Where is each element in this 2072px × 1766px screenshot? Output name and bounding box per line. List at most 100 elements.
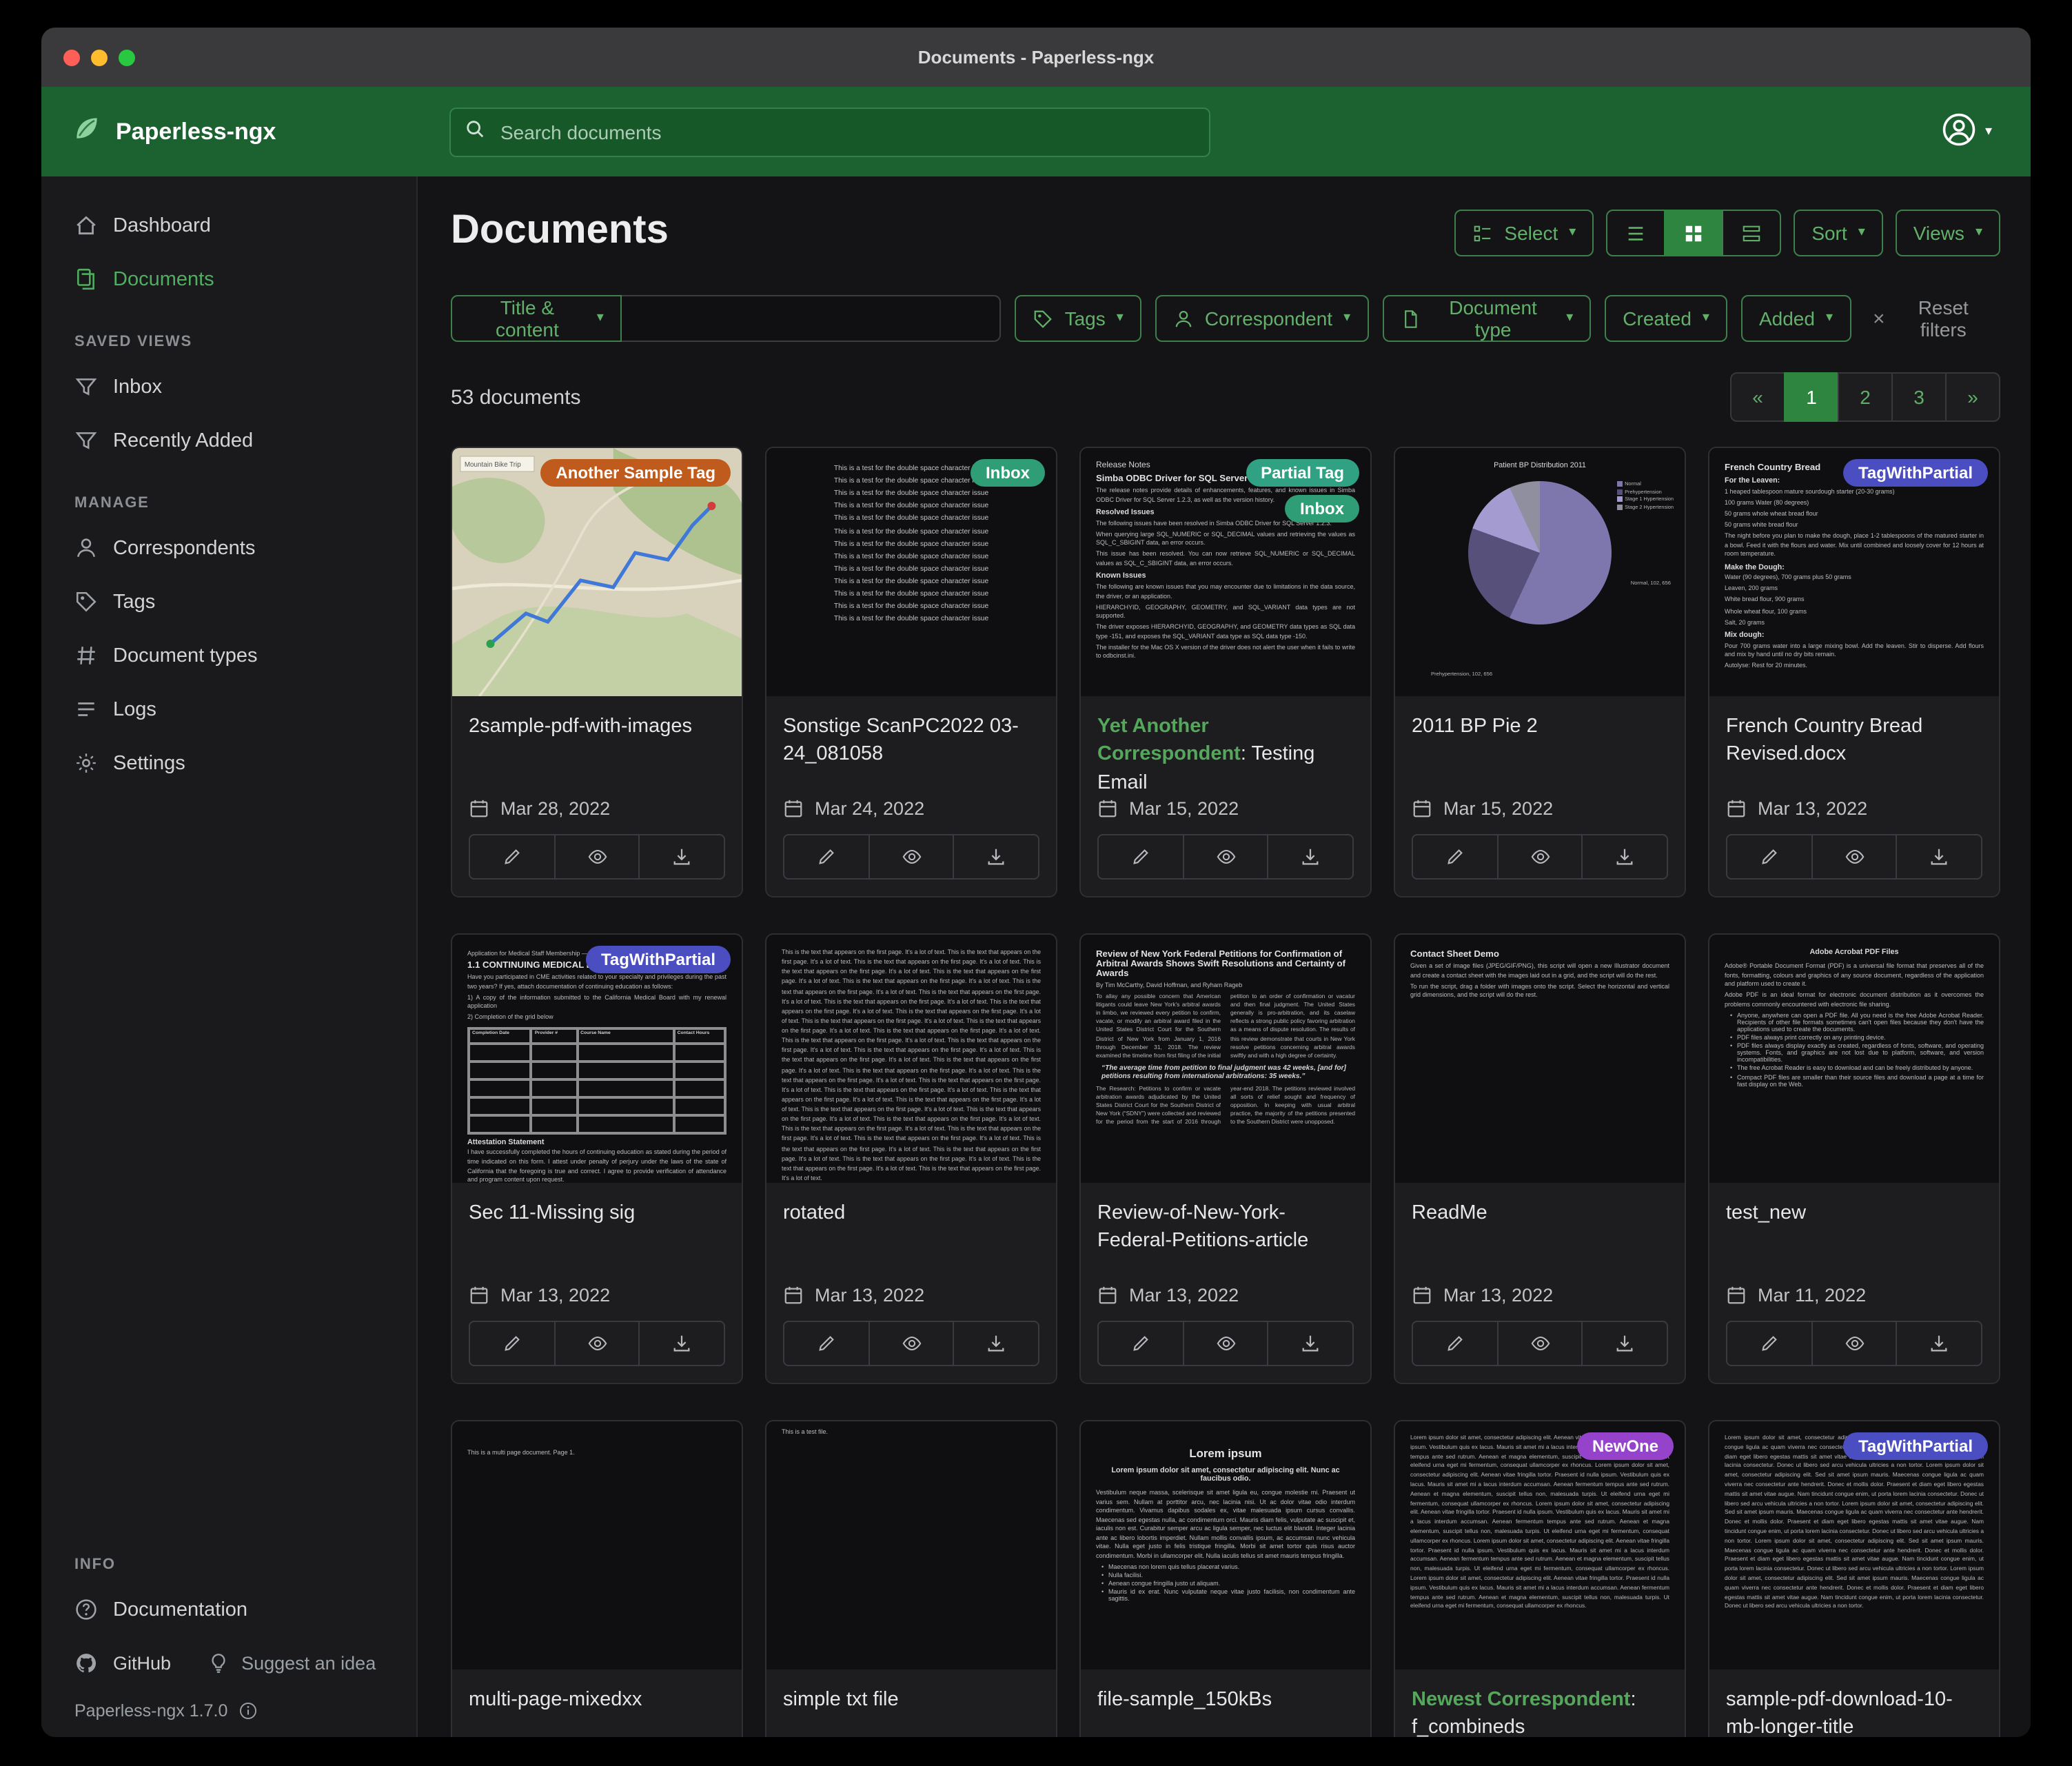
edit-button[interactable]: [1412, 834, 1498, 880]
edit-button[interactable]: [1097, 834, 1184, 880]
document-thumbnail[interactable]: Lorem ipsumLorem ipsum dolor sit amet, c…: [1081, 1421, 1370, 1669]
view-button[interactable]: [1182, 834, 1268, 880]
edit-button[interactable]: [783, 1321, 869, 1366]
tag-badge[interactable]: Inbox: [971, 459, 1045, 487]
document-title[interactable]: French Country Bread Revised.docx: [1726, 713, 1982, 793]
view-button[interactable]: [868, 834, 954, 880]
title-content-input[interactable]: [622, 295, 1002, 342]
document-thumbnail[interactable]: This is the text that appears on the fir…: [766, 935, 1056, 1183]
download-button[interactable]: [1582, 834, 1668, 880]
document-title[interactable]: simple txt file: [783, 1686, 1039, 1737]
document-title[interactable]: file-sample_150kBs: [1097, 1686, 1354, 1737]
edit-button[interactable]: [1412, 1321, 1498, 1366]
document-thumbnail[interactable]: This is a multi page document. Page 1.: [452, 1421, 742, 1669]
document-title[interactable]: test_new: [1726, 1199, 1982, 1279]
user-menu-button[interactable]: ▾: [1933, 110, 2000, 153]
document-thumbnail[interactable]: Adobe Acrobat PDF FilesAdobe® Portable D…: [1709, 935, 1999, 1183]
brand[interactable]: Paperless-ngx: [72, 113, 449, 150]
sort-button[interactable]: Sort ▾: [1794, 210, 1882, 256]
edit-button[interactable]: [469, 1321, 555, 1366]
minimize-button[interactable]: [91, 49, 108, 65]
tag-badge[interactable]: Partial Tag: [1246, 459, 1359, 487]
tag-badge[interactable]: TagWithPartial: [1843, 1432, 1988, 1460]
document-title[interactable]: 2011 BP Pie 2: [1412, 713, 1668, 793]
view-button[interactable]: [1496, 1321, 1583, 1366]
edit-button[interactable]: [1726, 834, 1812, 880]
document-title[interactable]: multi-page-mixedxx: [469, 1686, 725, 1737]
sidebar-item-document-types[interactable]: Document types: [41, 629, 416, 682]
sidebar-item-correspondents[interactable]: Correspondents: [41, 521, 416, 575]
download-button[interactable]: [1268, 1321, 1354, 1366]
pagination-next-button[interactable]: »: [1945, 372, 2000, 422]
filter-title-content-button[interactable]: Title & content ▾: [451, 295, 622, 342]
select-button[interactable]: Select ▾: [1454, 210, 1594, 256]
view-details-button[interactable]: [1722, 210, 1781, 256]
view-button[interactable]: [1496, 834, 1583, 880]
close-button[interactable]: [63, 49, 80, 65]
edit-button[interactable]: [1726, 1321, 1812, 1366]
document-thumbnail[interactable]: Patient BP Distribution 2011NormalPrehyp…: [1395, 448, 1685, 696]
view-button[interactable]: [1811, 834, 1897, 880]
search-input[interactable]: [498, 119, 1195, 144]
view-button[interactable]: [1811, 1321, 1897, 1366]
document-title[interactable]: rotated: [783, 1199, 1039, 1279]
view-button[interactable]: [553, 1321, 640, 1366]
view-button[interactable]: [553, 834, 640, 880]
sidebar-item-recently-added[interactable]: Recently Added: [41, 414, 416, 467]
document-title[interactable]: Newest Correspondent: f_combineds: [1412, 1686, 1668, 1737]
document-correspondent[interactable]: Newest Correspondent: [1412, 1689, 1630, 1711]
document-thumbnail[interactable]: This is a test file.: [766, 1421, 1056, 1669]
view-button[interactable]: [868, 1321, 954, 1366]
download-button[interactable]: [1582, 1321, 1668, 1366]
sidebar-item-inbox[interactable]: Inbox: [41, 360, 416, 414]
filter-added-button[interactable]: Added ▾: [1741, 295, 1851, 342]
download-button[interactable]: [953, 834, 1039, 880]
sidebar-item-documentation[interactable]: Documentation: [41, 1583, 416, 1636]
sidebar-item-settings[interactable]: Settings: [41, 736, 416, 790]
document-title[interactable]: Review-of-New-York-Federal-Petitions-art…: [1097, 1199, 1354, 1279]
view-list-button[interactable]: [1606, 210, 1665, 256]
document-correspondent[interactable]: Yet Another Correspondent: [1097, 715, 1241, 766]
document-title[interactable]: 2sample-pdf-with-images: [469, 713, 725, 793]
edit-button[interactable]: [783, 834, 869, 880]
sidebar-item-github[interactable]: GitHub: [74, 1652, 171, 1675]
document-title[interactable]: ReadMe: [1412, 1199, 1668, 1279]
sidebar-item-logs[interactable]: Logs: [41, 682, 416, 736]
edit-button[interactable]: [1097, 1321, 1184, 1366]
sidebar-item-suggest-idea[interactable]: Suggest an idea: [207, 1652, 376, 1675]
document-title[interactable]: Sonstige ScanPC2022 03-24_081058: [783, 713, 1039, 793]
pagination-page-2[interactable]: 2: [1838, 372, 1893, 422]
filter-document-type-button[interactable]: Document type ▾: [1382, 295, 1591, 342]
view-grid-button[interactable]: [1664, 210, 1723, 256]
search-box[interactable]: [449, 107, 1210, 156]
download-button[interactable]: [639, 1321, 725, 1366]
filter-tags-button[interactable]: Tags ▾: [1015, 295, 1141, 342]
view-button[interactable]: [1182, 1321, 1268, 1366]
document-thumbnail[interactable]: Contact Sheet DemoGiven a set of image f…: [1395, 935, 1685, 1183]
pagination-prev-button[interactable]: «: [1730, 372, 1785, 422]
download-button[interactable]: [1896, 834, 1982, 880]
sidebar-item-documents[interactable]: Documents: [41, 252, 416, 306]
document-thumbnail[interactable]: Review of New York Federal Petitions for…: [1081, 935, 1370, 1183]
sidebar-item-dashboard[interactable]: Dashboard: [41, 199, 416, 252]
pagination-page-3[interactable]: 3: [1891, 372, 1947, 422]
sidebar-item-tags[interactable]: Tags: [41, 575, 416, 629]
pagination-page-1[interactable]: 1: [1784, 372, 1839, 422]
document-title[interactable]: Sec 11-Missing sig: [469, 1199, 725, 1279]
views-button[interactable]: Views ▾: [1896, 210, 2000, 256]
document-title[interactable]: sample-pdf-download-10-mb-longer-title: [1726, 1686, 1982, 1737]
download-button[interactable]: [1896, 1321, 1982, 1366]
download-button[interactable]: [953, 1321, 1039, 1366]
tag-badge[interactable]: NewOne: [1577, 1432, 1674, 1460]
info-circle-icon[interactable]: [238, 1701, 258, 1721]
tag-badge[interactable]: Inbox: [1285, 495, 1359, 522]
download-button[interactable]: [639, 834, 725, 880]
download-button[interactable]: [1268, 834, 1354, 880]
filter-created-button[interactable]: Created ▾: [1605, 295, 1727, 342]
tag-badge[interactable]: TagWithPartial: [586, 946, 731, 973]
edit-button[interactable]: [469, 834, 555, 880]
reset-filters-button[interactable]: × Reset filters: [1865, 295, 2000, 342]
document-title[interactable]: Yet Another Correspondent: Testing Email: [1097, 713, 1354, 793]
tag-badge[interactable]: TagWithPartial: [1843, 459, 1988, 487]
zoom-button[interactable]: [119, 49, 135, 65]
